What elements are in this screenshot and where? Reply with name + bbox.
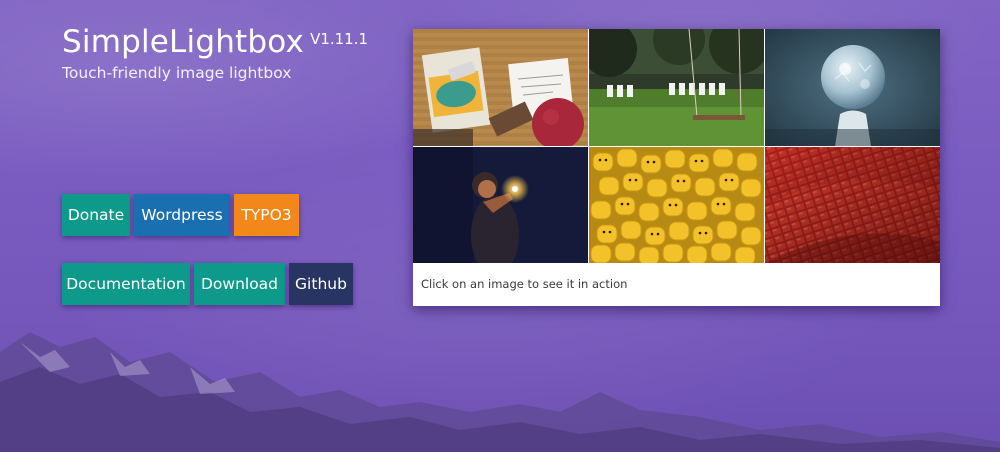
download-button[interactable]: Download xyxy=(194,263,285,305)
desk-sketch-photo-icon xyxy=(413,29,588,146)
typo3-button[interactable]: TYPO3 xyxy=(234,194,299,236)
gallery-thumb-desk[interactable] xyxy=(413,29,588,146)
page-subtitle: Touch-friendly image lightbox xyxy=(62,64,292,82)
lego-heads-photo-icon xyxy=(589,147,764,263)
version-label: V1.11.1 xyxy=(310,30,369,48)
sparkler-person-photo-icon xyxy=(413,147,588,263)
gallery-thumb-sparkler[interactable] xyxy=(413,147,588,263)
donate-button[interactable]: Donate xyxy=(62,194,130,236)
gallery-thumb-bubble[interactable] xyxy=(765,29,940,146)
mountain-backdrop xyxy=(0,332,1000,452)
tree-swing-photo-icon xyxy=(589,29,764,146)
gallery-caption: Click on an image to see it in action xyxy=(421,277,628,291)
wordpress-button[interactable]: Wordpress xyxy=(134,194,230,236)
page-title: SimpleLightbox xyxy=(62,24,305,60)
gallery-thumb-swing[interactable] xyxy=(589,29,764,146)
documentation-button[interactable]: Documentation xyxy=(62,263,190,305)
red-tiles-photo-icon xyxy=(765,147,940,263)
github-button[interactable]: Github xyxy=(289,263,353,305)
gallery-thumb-lego[interactable] xyxy=(589,147,764,263)
frozen-bubble-photo-icon xyxy=(765,29,940,146)
gallery-card: Click on an image to see it in action xyxy=(413,29,940,306)
header: SimpleLightbox V1.11.1 Touch-friendly ima… xyxy=(62,24,368,82)
gallery-thumb-tiles[interactable] xyxy=(765,147,940,263)
thumbnail-grid xyxy=(413,29,940,263)
